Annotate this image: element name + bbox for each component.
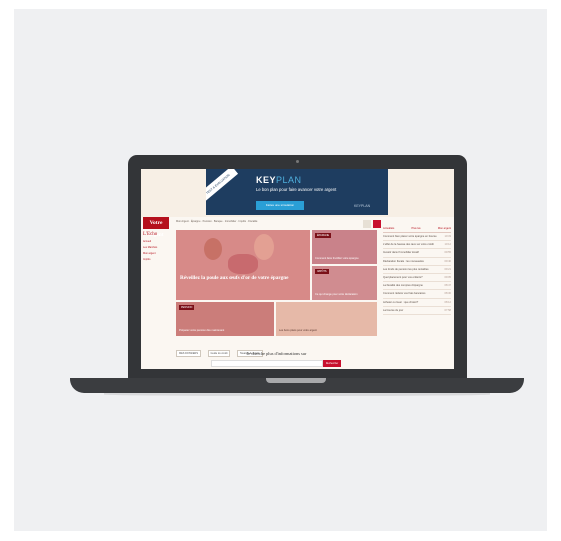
news-item-text: Investir dans l'immobilier locatif <box>383 251 419 255</box>
news-list: Comment bien placer votre épargne en bou… <box>383 233 452 316</box>
laptop-notch <box>266 378 326 383</box>
tile-headline: Préparez votre pension dès maintenant <box>179 328 225 332</box>
right-column: Actualités Plus lus Mon argent Comment b… <box>383 227 451 367</box>
site-logo[interactable]: Votre argent <box>143 217 169 238</box>
ad-logo: KEYPLAN <box>354 204 371 208</box>
news-list-item[interactable]: Comment bien placer votre épargne en bou… <box>383 233 452 242</box>
tile-headline: Comment faire fructifier votre épargne <box>315 256 359 260</box>
ad-cta-button[interactable]: Faites une simulation <box>256 201 304 210</box>
news-list-item[interactable]: La fiscalité des comptes d'épargne 08:47 <box>383 282 452 291</box>
tab-news[interactable]: Actualités <box>383 227 394 230</box>
nav-item[interactable]: Mon argent <box>143 252 173 255</box>
hero-article[interactable]: Réveillez la poule aux œufs d'or de votr… <box>176 230 310 300</box>
tab-my-money[interactable]: Mon argent <box>438 227 451 230</box>
menu-button[interactable] <box>373 220 381 228</box>
news-item-text: Les fonds de pension les plus rentables <box>383 267 429 271</box>
news-item-text: Quel placement pour vos enfants? <box>383 276 423 280</box>
banner-ad[interactable]: TEST & EVALUATION KEYPLAN Le bon plan po… <box>206 169 388 215</box>
news-list-item[interactable]: L'effet de la hausse des taux sur votre … <box>383 241 452 250</box>
news-item-time: 08:12 <box>444 300 452 304</box>
news-item-text: Comment bien placer votre épargne en bou… <box>383 235 437 238</box>
website: Votre argent L'Echo Accueil Les Marchés … <box>141 217 454 369</box>
ad-ribbon: TEST & EVALUATION <box>206 169 239 202</box>
news-item-text: Comment réduire vos frais bancaires <box>383 292 426 296</box>
news-item-text: Déclaration fiscale : les nouveautés <box>383 259 424 263</box>
article-tile[interactable]: PENSION Préparez votre pension dès maint… <box>176 302 274 336</box>
hero-image-figure <box>254 234 274 260</box>
news-item-time: 09:21 <box>444 267 452 271</box>
news-list-item[interactable]: Déclaration fiscale : les nouveautés 09:4… <box>383 258 451 266</box>
news-item-text: L'effet de la hausse des taux sur votre … <box>383 243 434 247</box>
tile-tag: ÉPARGNE <box>315 233 332 238</box>
news-item-time: 10:12 <box>444 243 452 247</box>
webcam <box>296 160 299 163</box>
tile-headline: Ce qui change pour votre déclaration <box>315 292 358 296</box>
news-item-time: 08:30 <box>444 292 452 296</box>
tile-tag: IMPÔTS <box>315 269 329 274</box>
ad-brand: KEYPLAN <box>256 175 302 185</box>
promo-heading: Je cherche plus d'informations sur <box>246 351 307 356</box>
news-item-time: 08:47 <box>444 284 452 288</box>
news-list-item[interactable]: La bourse du jour 07:58 <box>383 307 452 316</box>
news-item-text: Acheter ou louer : que choisir? <box>383 300 419 304</box>
news-item-text: La bourse du jour <box>383 308 404 312</box>
ad-brand-plan: PLAN <box>276 175 302 185</box>
news-list-item[interactable]: Comment réduire vos frais bancaires 08:30 <box>383 290 452 299</box>
article-tile[interactable]: IMPÔTS Ce qui change pour votre déclarat… <box>312 266 377 300</box>
hero-image-figure <box>228 254 258 274</box>
news-list-item[interactable]: Investir dans l'immobilier locatif 09:55 <box>383 249 452 258</box>
laptop-screen: TEST & EVALUATION KEYPLAN Le bon plan po… <box>141 169 454 369</box>
nav-item[interactable]: Impôts <box>143 258 173 261</box>
news-item-time: 09:55 <box>444 251 452 255</box>
news-item-time: 07:58 <box>444 308 452 312</box>
news-item-time: 10:33 <box>444 235 452 238</box>
ad-brand-key: KEY <box>256 175 277 185</box>
article-tile[interactable]: ÉPARGNE Comment faire fructifier votre é… <box>312 230 377 264</box>
tile-tag: PENSION <box>179 305 195 310</box>
ad-tagline: Le bon plan pour faire avancer votre arg… <box>256 187 337 192</box>
hero-image-figure <box>204 238 222 260</box>
news-list-item[interactable]: Acheter ou louer : que choisir? 08:12 <box>383 299 451 307</box>
hero-headline: Réveillez la poule aux œufs d'or de votr… <box>180 275 289 281</box>
article-tile[interactable]: Les bons plans pour votre argent <box>276 302 377 336</box>
news-list-item[interactable]: Quel placement pour vos enfants? 09:05 <box>383 274 452 283</box>
chip-row: MES DOSSIERS Guide du crédit Taxation & … <box>176 341 265 357</box>
top-nav[interactable]: Mon Argent · Épargne · Pension · Banque … <box>176 220 376 228</box>
search-button[interactable] <box>363 220 371 228</box>
promo-search-button[interactable]: Rechercher <box>323 360 341 367</box>
tab-most-read[interactable]: Plus lus <box>412 227 421 230</box>
news-item-time: 09:05 <box>444 276 452 280</box>
tile-headline: Les bons plans pour votre argent <box>279 328 317 332</box>
news-item-time: 09:40 <box>444 259 452 263</box>
nav-item[interactable]: Les Marchés <box>143 246 173 249</box>
laptop-shadow <box>104 393 490 396</box>
news-list-item[interactable]: Les fonds de pension les plus rentables 0… <box>383 266 452 275</box>
news-item-text: La fiscalité des comptes d'épargne <box>383 284 423 288</box>
left-nav: Votre argent L'Echo Accueil Les Marchés … <box>143 217 173 369</box>
promo-search-input[interactable] <box>211 360 323 367</box>
